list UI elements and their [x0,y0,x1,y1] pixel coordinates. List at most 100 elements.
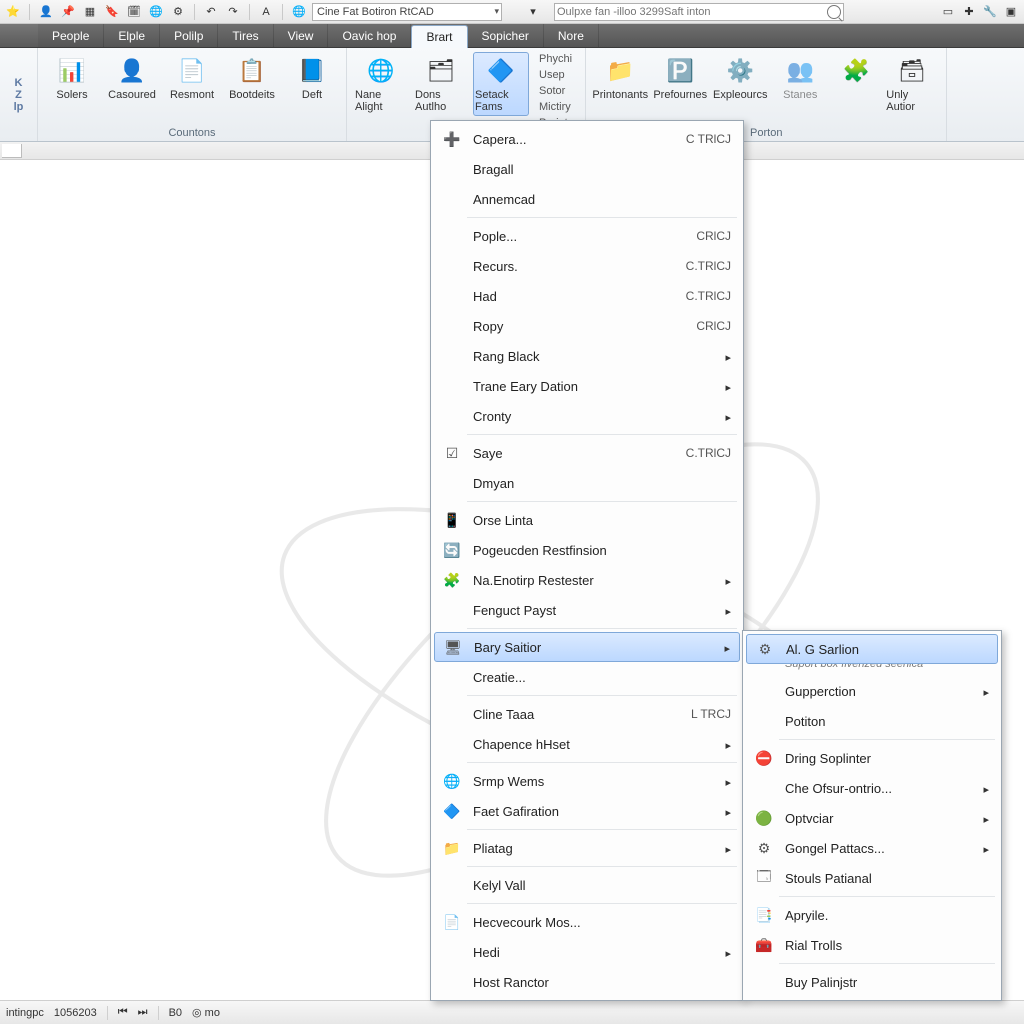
menu-item[interactable]: 📁Pliatag [433,833,741,863]
menu-item-sopicher[interactable]: Sopicher [468,24,544,47]
menu-item-polilp[interactable]: Polilp [160,24,218,47]
menu-item[interactable]: Potiton [745,706,999,736]
menu-item[interactable]: RopyCRlCJ [433,311,741,341]
app-icon[interactable]: ⭐ [4,3,22,21]
menu-item[interactable]: 🔄Pogeucden Restfinsion [433,535,741,565]
menu-item[interactable]: Gupperction [745,676,999,706]
minimize-icon[interactable]: ▭ [939,3,957,21]
menu-item[interactable]: Trane Eary Dation [433,371,741,401]
menu-item-label: Fenguct Payst [467,603,707,618]
gear-icon[interactable]: ⚙ [169,3,187,21]
ribbon-button-prefournes[interactable]: 🅿️Prefournes [652,52,708,104]
menu-item-people[interactable]: People [38,24,104,47]
menu-item[interactable]: 📱Orse Linta [433,505,741,535]
deft-icon: 📘 [296,55,328,87]
search-input[interactable] [557,6,827,18]
menu-item[interactable]: Pople...CRlCJ [433,221,741,251]
menu-item[interactable]: Bragall [433,154,741,184]
menu-item[interactable]: Creatie... [433,662,741,692]
menu-item[interactable]: Rang Black [433,341,741,371]
menu-item[interactable]: Che Ofsur-ontrio... [745,773,999,803]
menu-item[interactable]: ⛔Dring Soplinter [745,743,999,773]
dropdown-icon[interactable]: ▾ [524,3,542,21]
menu-item[interactable]: 📑Apryile. [745,900,999,930]
ribbon-button-dons-autho[interactable]: 🗂Dons Autlho [413,52,469,116]
app-small-icon[interactable]: 🌐 [290,3,308,21]
menu-item[interactable]: HadC.TRlCJ [433,281,741,311]
menu-item-oavic hop[interactable]: Oavic hop [328,24,411,47]
menu-item[interactable]: Dmyan [433,468,741,498]
ribbon-button-resmont[interactable]: 📄Resmont [164,52,220,104]
menu-item-label: Na.Enotirp Restester [467,573,707,588]
menu-item[interactable]: ➕Capera...C TRlCJ [433,124,741,154]
ribbon-button-unly-autior[interactable]: 🗃Unly Autior [884,52,940,116]
redo-icon[interactable]: ↷ [224,3,242,21]
menu-item-label: Srmp Wems [467,774,707,789]
ribbon-button-setack[interactable]: 🔷Setack Fams [473,52,529,116]
menu-item-label: Gongel Pattacs... [779,841,965,856]
ribbon-button-printonants[interactable]: 📁Printonants [592,52,648,104]
menu-item[interactable]: Host Ranctor [433,967,741,997]
status-nav-prev[interactable]: ⏮ [118,1006,128,1019]
menu-item[interactable]: Kelyl Vall [433,870,741,900]
menu-item-icon: 🧰 [749,937,779,954]
menu-item-icon: 🌐 [437,773,467,790]
status-nav-next[interactable]: ⏭ [138,1006,148,1019]
menu-item[interactable]: 🔷Faet Gafiration [433,796,741,826]
menu-item[interactable]: Hedi [433,937,741,967]
font-up-icon[interactable]: A [257,3,275,21]
menu-item[interactable]: Recurs.C.TRlCJ [433,251,741,281]
grid-icon[interactable]: ▦ [81,3,99,21]
undo-icon[interactable]: ↶ [202,3,220,21]
ribbon-small-mictiry[interactable]: Mictiry [533,100,579,114]
ribbon-small-phychi[interactable]: Phychi [533,52,579,66]
ribbon-button-label: Prefournes [653,89,707,101]
flag-icon[interactable]: 🔖 [103,3,121,21]
menu-item-nore[interactable]: Nore [544,24,599,47]
ribbon-button-casoured[interactable]: 👤Casoured [104,52,160,104]
user-icon[interactable]: 👤 [37,3,55,21]
menu-item[interactable]: Fenguct Payst [433,595,741,625]
ribbon-small-sotor[interactable]: Sotor [533,84,579,98]
menu-item[interactable]: Buy Palinjstr [745,967,999,997]
ribbon-button-puzzle[interactable]: 🧩 [832,52,880,90]
menu-item[interactable]: Cline TaaaL TRCJ [433,699,741,729]
close-icon[interactable]: ▣ [1002,3,1020,21]
menu-item[interactable]: 🖥Bary Saitior [434,632,740,662]
menu-item-view[interactable]: View [274,24,329,47]
menu-item[interactable]: 🗔Stouls Patianal [745,863,999,893]
menu-item[interactable]: ⚙Gongel Pattacs... [745,833,999,863]
pin-icon[interactable]: 📌 [59,3,77,21]
menu-item[interactable]: ⚙Al. G Sarlion [746,634,998,664]
menu-item[interactable]: 🌐Srmp Wems [433,766,741,796]
menu-item[interactable]: Chapence hHset [433,729,741,759]
menu-item[interactable]: 🧩Na.Enotirp Restester [433,565,741,595]
tools-icon[interactable]: ✚ [960,3,978,21]
menu-item-brart[interactable]: Brart [411,25,467,48]
ribbon-button-label: Resmont [170,89,214,101]
ribbon-button-solers[interactable]: 📊Solers [44,52,100,104]
ribbon-button-deft[interactable]: 📘Deft [284,52,340,104]
menu-item-elple[interactable]: Elple [104,24,160,47]
search-box[interactable] [554,3,844,21]
title-combo[interactable]: Cine Fat Botiron RtCAD [312,3,502,21]
menu-item[interactable]: 🧰Rial Trolls [745,930,999,960]
menu-item[interactable]: ☑SayeC.TRlCJ [433,438,741,468]
help-icon[interactable]: 🔧 [981,3,999,21]
search-icon[interactable] [827,5,841,19]
ribbon-button-stanes[interactable]: 👥Stanes [772,52,828,104]
ribbon-small-usep[interactable]: Usep [533,68,579,82]
ruler-tab[interactable] [2,144,22,158]
bootdeits-icon: 📋 [236,55,268,87]
ribbon-button-bootdeits[interactable]: 📋Bootdeits [224,52,280,104]
menu-item[interactable]: Cronty [433,401,741,431]
menu-item[interactable]: Annemcad [433,184,741,214]
menu-item-tires[interactable]: Tires [218,24,273,47]
ribbon-button-expleourcs[interactable]: ⚙️Expleourcs [712,52,768,104]
ribbon-button-nane-alight[interactable]: 🌐Nane Alight [353,52,409,116]
calendar-icon[interactable]: 🗓 [125,3,143,21]
globe-icon[interactable]: 🌐 [147,3,165,21]
menu-item[interactable]: 🟢Optvciar [745,803,999,833]
menu-item[interactable]: 📄Hecvecourk Mos... [433,907,741,937]
chevron-right-icon [707,409,731,424]
